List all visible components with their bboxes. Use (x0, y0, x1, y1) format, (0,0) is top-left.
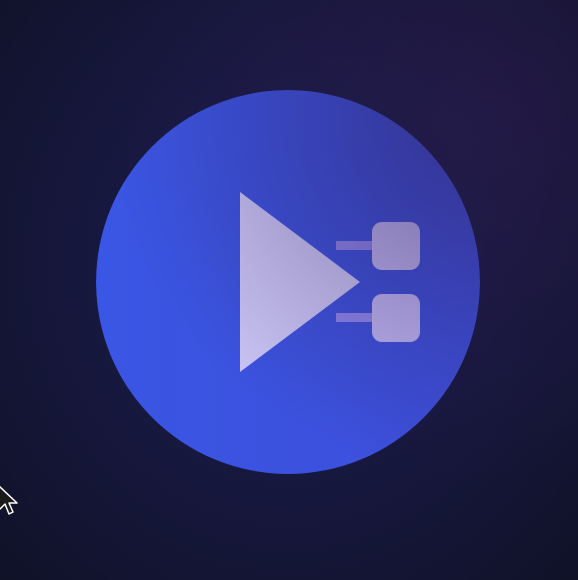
connector-line-top (336, 241, 376, 250)
node-square-top-icon (372, 222, 420, 270)
app-logo-play-pipeline-icon[interactable] (96, 90, 480, 474)
desktop-background (0, 0, 578, 580)
node-square-bottom-icon (372, 294, 420, 342)
arrow-cursor-icon (0, 485, 20, 521)
cursor-arrow-shape (0, 485, 18, 515)
connector-line-bottom (336, 313, 376, 322)
logo-graphic (96, 90, 480, 474)
